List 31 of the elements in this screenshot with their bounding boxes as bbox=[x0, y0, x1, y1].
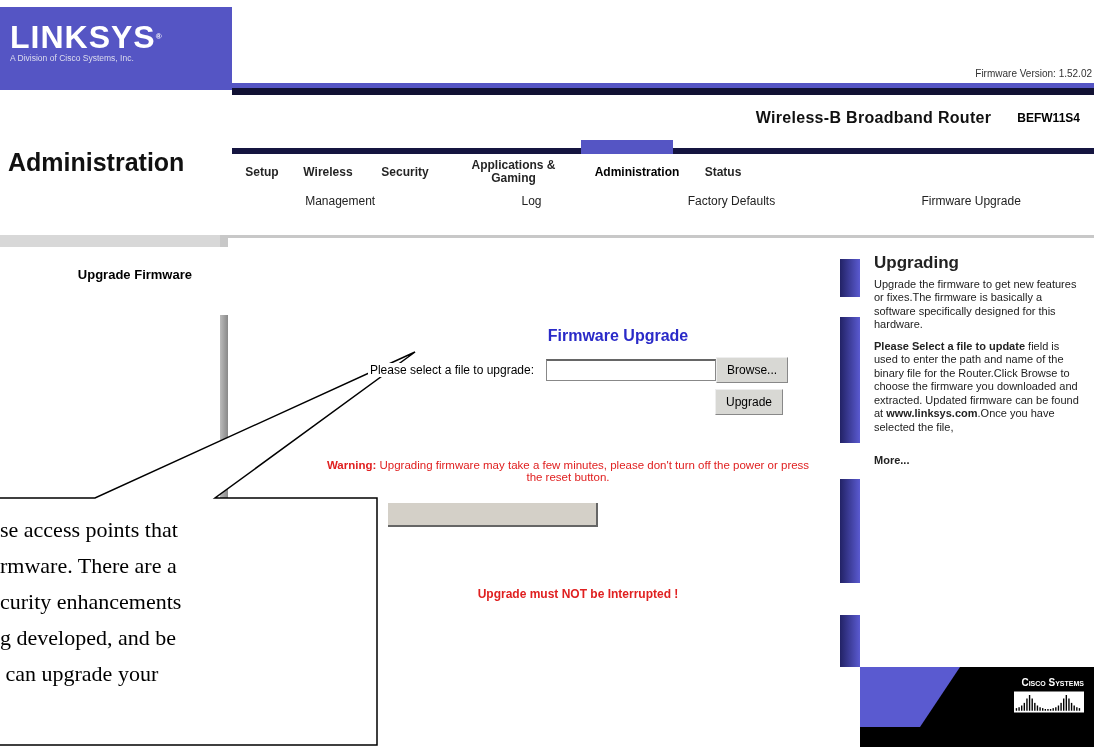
side-stripe bbox=[840, 615, 860, 667]
sub-tab[interactable]: Management bbox=[305, 194, 376, 208]
nav-tab[interactable]: Applications & Gaming bbox=[446, 159, 581, 185]
nav-tab[interactable]: Setup bbox=[232, 165, 292, 179]
help-title: Upgrading bbox=[874, 256, 960, 270]
callout-text: se access points that rmware. There are a curity enhancements g developed, and be can upgrade your bbox=[0, 516, 183, 688]
help-paragraph: Please Select a file to update field is used to enter the path and name of the binary file for the Router.Click Browse to choose the firmware you downloaded and extracted. Updated firmware can be found at www.linksys.com.Once you have selected the file, bbox=[874, 339, 1080, 434]
firmware-version: Firmware Version: 1.52.02 bbox=[975, 68, 1092, 79]
linksys-logo: LINKSYS$^{®}$ A Division of Cisco Systems, Inc. bbox=[0, 7, 232, 90]
notice-text: Upgrade must NOT be Interrupted ! bbox=[477, 587, 679, 601]
nav-tab[interactable]: Wireless bbox=[292, 165, 364, 179]
signal-bars-icon bbox=[1014, 691, 1084, 713]
brand-name: Cisco Systems bbox=[1021, 677, 1084, 688]
form-heading: Firmware Upgrade bbox=[547, 327, 689, 345]
nav-tab[interactable]: Administration bbox=[581, 165, 693, 179]
nav-tab[interactable]: Security bbox=[364, 165, 446, 179]
nav-tab[interactable]: Status bbox=[693, 165, 753, 179]
upgrade-button[interactable]: Upgrade bbox=[714, 389, 783, 415]
help-paragraph: Upgrade the firmware to get new features or fixes.The firmware is basically a software specifically designed for this hardware. bbox=[874, 277, 1078, 332]
warning-text: Warning: Upgrading firmware may take a few minutes, please don't turn off the power or press the reset button. bbox=[325, 459, 811, 483]
sub-tab[interactable]: Log bbox=[521, 194, 542, 208]
product-name: Wireless-B Broadband Router bbox=[755, 108, 992, 127]
sub-tab[interactable]: Firmware Upgrade bbox=[921, 194, 1021, 208]
browse-button[interactable]: Browse... bbox=[716, 357, 789, 383]
side-stripe bbox=[840, 259, 860, 297]
sub-tab[interactable]: Factory Defaults bbox=[687, 194, 776, 208]
section-label: Upgrade Firmware bbox=[76, 266, 193, 282]
model-number: BEFW11S4 bbox=[1017, 110, 1080, 125]
file-path-field[interactable] bbox=[546, 359, 717, 381]
more-link[interactable]: More... bbox=[874, 454, 1084, 468]
page-title: Administration bbox=[7, 147, 186, 178]
